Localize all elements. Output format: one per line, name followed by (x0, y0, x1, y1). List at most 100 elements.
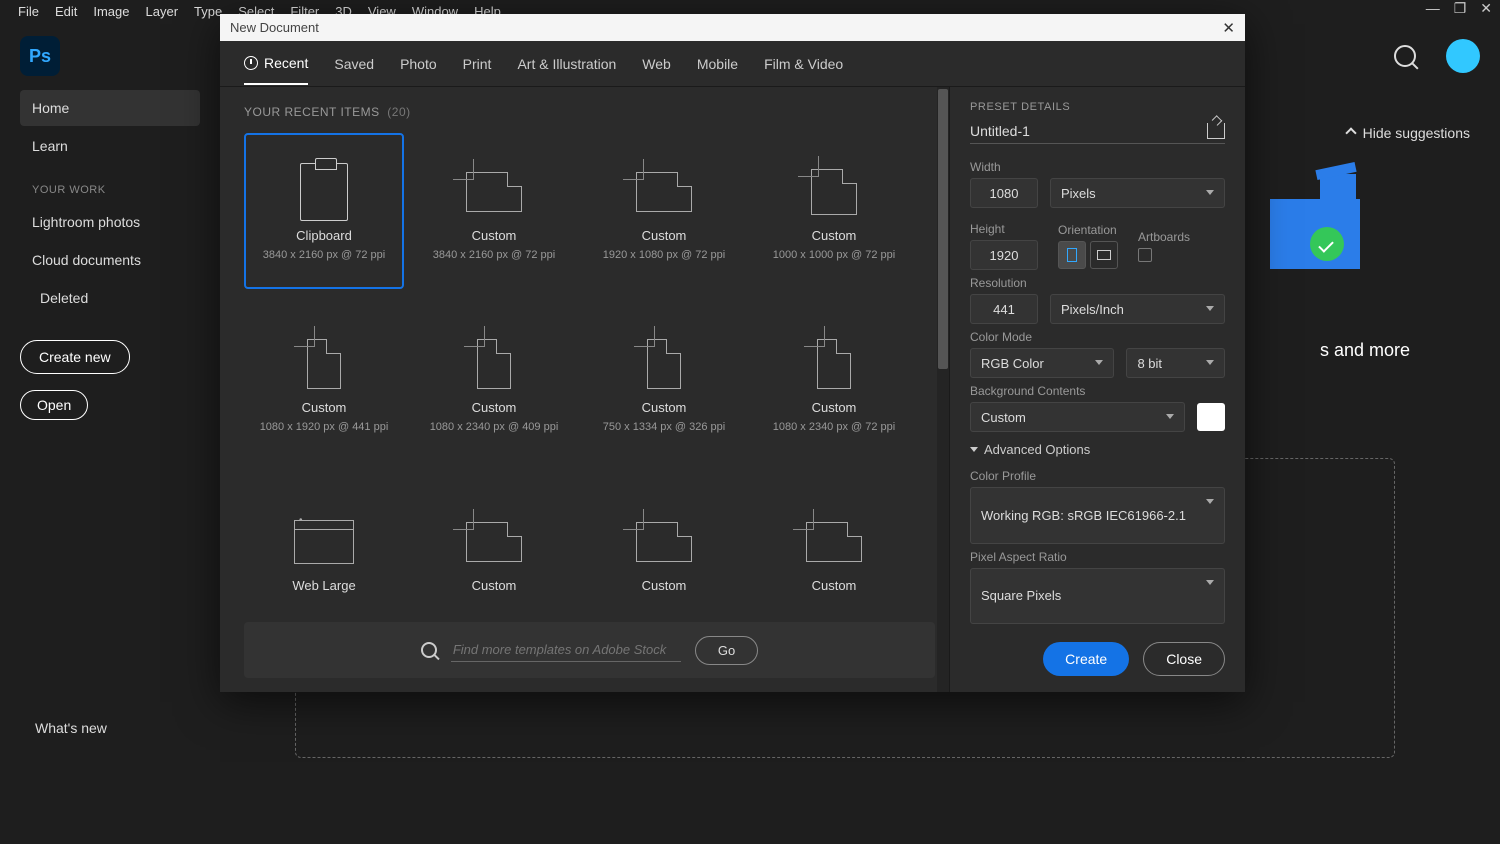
hide-suggestions-button[interactable]: Hide suggestions (1270, 125, 1470, 141)
orientation-portrait[interactable] (1058, 241, 1086, 269)
avatar[interactable] (1446, 39, 1480, 73)
save-preset-icon[interactable] (1207, 123, 1225, 139)
dialog-titlebar: New Document ✕ (220, 14, 1245, 41)
sidebar-item-cloud[interactable]: Cloud documents (20, 242, 200, 278)
preset-card[interactable]: Custom3840 x 2160 px @ 72 ppi (414, 133, 574, 289)
advanced-toggle[interactable]: Advanced Options (970, 442, 1225, 457)
bg-color-swatch[interactable] (1197, 403, 1225, 431)
open-button[interactable]: Open (20, 390, 88, 420)
preset-card[interactable]: Custom1080 x 2340 px @ 409 ppi (414, 305, 574, 461)
search-icon[interactable] (1394, 45, 1416, 67)
suggestion-illustration (1270, 169, 1420, 289)
artboards-label: Artboards (1138, 230, 1190, 244)
preset-title: Custom (472, 578, 517, 593)
document-icon (466, 172, 522, 212)
tab-photo[interactable]: Photo (400, 56, 437, 84)
menu-edit[interactable]: Edit (47, 4, 85, 19)
close-icon[interactable]: ✕ (1222, 19, 1235, 37)
menu-file[interactable]: File (10, 4, 47, 19)
artboards-checkbox[interactable] (1138, 248, 1152, 262)
tab-web[interactable]: Web (642, 56, 671, 84)
document-icon (811, 169, 857, 215)
preset-card[interactable]: Custom1920 x 1080 px @ 72 ppi (584, 133, 744, 289)
suggestion-text-partial: s and more (1320, 340, 1410, 361)
chevron-down-icon (1206, 499, 1214, 504)
dialog-tabs: Recent Saved Photo Print Art & Illustrat… (220, 41, 1245, 87)
tab-art[interactable]: Art & Illustration (517, 56, 616, 84)
height-input[interactable] (970, 240, 1038, 270)
maximize-icon[interactable]: ❐ (1454, 0, 1467, 17)
create-new-button[interactable]: Create new (20, 340, 130, 374)
color-mode-select[interactable]: RGB Color (970, 348, 1114, 378)
sidebar-item-learn[interactable]: Learn (20, 128, 200, 164)
preset-card[interactable]: Custom1080 x 1920 px @ 441 ppi (244, 305, 404, 461)
menu-image[interactable]: Image (85, 4, 137, 19)
whats-new-link[interactable]: What's new (35, 720, 107, 736)
resolution-input[interactable] (970, 294, 1038, 324)
document-icon (466, 522, 522, 562)
bg-select[interactable]: Custom (970, 402, 1185, 432)
preset-dimensions: 3840 x 2160 px @ 72 ppi (433, 249, 555, 261)
preset-card[interactable]: Clipboard 3840 x 2160 px @ 72 ppi (244, 133, 404, 289)
height-label: Height (970, 222, 1038, 236)
preset-dimensions: 750 x 1334 px @ 326 ppi (603, 421, 725, 433)
document-icon (477, 339, 511, 389)
browser-icon (294, 520, 354, 564)
preset-scrollbar[interactable] (937, 87, 949, 692)
scroll-thumb[interactable] (938, 89, 948, 369)
tab-mobile[interactable]: Mobile (697, 56, 738, 84)
menu-layer[interactable]: Layer (138, 4, 187, 19)
preset-card[interactable]: Web Large (244, 477, 404, 633)
tab-recent[interactable]: Recent (244, 55, 308, 85)
preset-details-panel: PRESET DETAILS Width Pixels Height Orien… (949, 87, 1245, 692)
document-icon (647, 339, 681, 389)
preset-title: Custom (642, 578, 687, 593)
preset-dimensions: 1000 x 1000 px @ 72 ppi (773, 249, 895, 261)
par-select[interactable]: Square Pixels (970, 568, 1225, 625)
chevron-up-icon (1345, 127, 1356, 138)
new-document-dialog: New Document ✕ Recent Saved Photo Print … (220, 14, 1245, 692)
orientation-label: Orientation (1058, 223, 1118, 237)
recent-items-count: (20) (387, 105, 410, 119)
resolution-unit-select[interactable]: Pixels/Inch (1050, 294, 1225, 324)
document-name-input[interactable] (970, 123, 1207, 139)
stock-search-input[interactable] (451, 638, 681, 662)
tab-film[interactable]: Film & Video (764, 56, 843, 84)
go-button[interactable]: Go (695, 636, 758, 665)
chevron-down-icon (1206, 306, 1214, 311)
home-sidebar: Home Learn YOUR WORK Lightroom photos Cl… (0, 90, 220, 428)
preset-dimensions: 1080 x 2340 px @ 72 ppi (773, 421, 895, 433)
preset-card[interactable]: Custom1000 x 1000 px @ 72 ppi (754, 133, 914, 289)
preset-card[interactable]: Custom (584, 477, 744, 633)
orientation-landscape[interactable] (1090, 241, 1118, 269)
details-heading: PRESET DETAILS (970, 101, 1225, 113)
preset-card[interactable]: Custom 750 x 1334 px @ 326 ppi (584, 305, 744, 461)
preset-dimensions: 3840 x 2160 px @ 72 ppi (263, 249, 385, 261)
tab-print[interactable]: Print (463, 56, 492, 84)
close-button[interactable]: Close (1143, 642, 1225, 676)
create-button[interactable]: Create (1043, 642, 1129, 676)
sidebar-item-home[interactable]: Home (20, 90, 200, 126)
width-unit-select[interactable]: Pixels (1050, 178, 1225, 208)
chevron-down-icon (1166, 414, 1174, 419)
triangle-down-icon (970, 447, 978, 452)
preset-card[interactable]: Custom1080 x 2340 px @ 72 ppi (754, 305, 914, 461)
preset-card[interactable]: Custom (414, 477, 574, 633)
tab-saved[interactable]: Saved (334, 56, 374, 84)
minimize-icon[interactable]: — (1426, 0, 1440, 17)
bg-label: Background Contents (970, 384, 1225, 398)
preset-grid-area: YOUR RECENT ITEMS (20) Clipboard3840 x 2… (220, 87, 949, 692)
color-profile-select[interactable]: Working RGB: sRGB IEC61966-2.1 (970, 487, 1225, 544)
chevron-down-icon (1206, 580, 1214, 585)
color-mode-label: Color Mode (970, 330, 1225, 344)
preset-card[interactable]: Custom (754, 477, 914, 633)
preset-title: Custom (812, 578, 857, 593)
preset-title: Clipboard (296, 228, 352, 243)
close-window-icon[interactable]: ✕ (1480, 0, 1492, 17)
bit-depth-select[interactable]: 8 bit (1126, 348, 1225, 378)
sidebar-item-lightroom[interactable]: Lightroom photos (20, 204, 200, 240)
preset-title: Custom (642, 400, 687, 415)
sidebar-item-deleted[interactable]: Deleted (20, 280, 200, 316)
width-input[interactable] (970, 178, 1038, 208)
chevron-down-icon (1206, 360, 1214, 365)
